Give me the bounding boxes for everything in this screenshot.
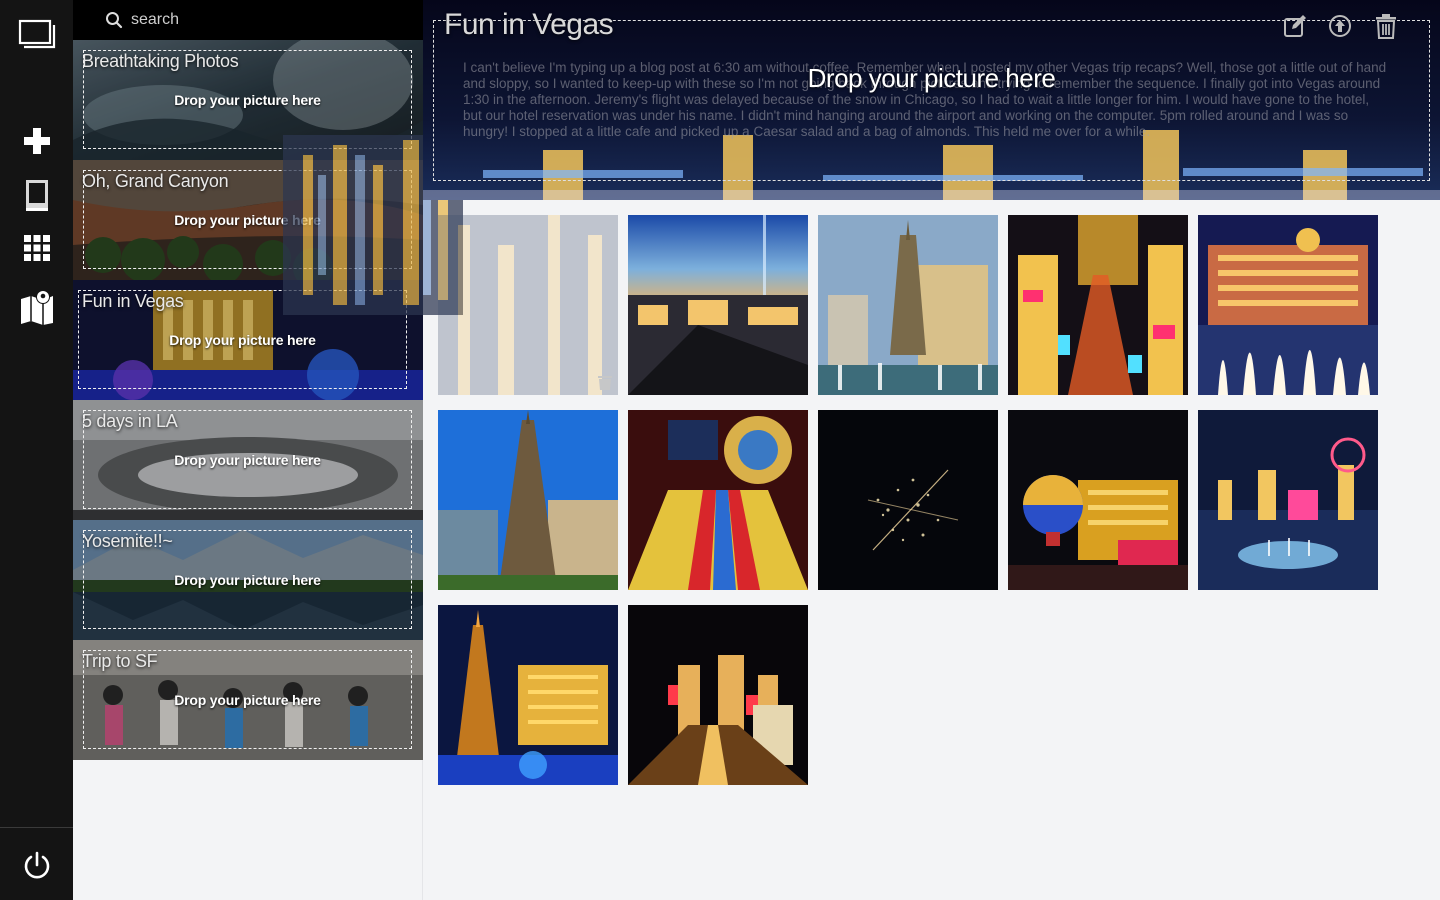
delete-button[interactable] [1373, 13, 1399, 39]
search-input[interactable] [131, 11, 381, 29]
album-item[interactable]: 5 days in LA Drop your picture here [73, 400, 423, 520]
album-drop-zone[interactable]: Drop your picture here [83, 650, 412, 749]
album-header: I can't believe I'm typing up a blog pos… [423, 0, 1440, 200]
photo-tile[interactable] [1198, 410, 1378, 590]
header-drop-zone[interactable] [433, 20, 1430, 181]
edit-button[interactable] [1282, 13, 1308, 39]
photo-tile[interactable] [628, 605, 808, 785]
drop-label: Drop your picture here [174, 91, 321, 108]
photo-tile[interactable] [1008, 215, 1188, 395]
photo-tile[interactable] [438, 605, 618, 785]
add-icon[interactable] [0, 116, 73, 166]
left-rail [0, 0, 73, 900]
album-drop-zone[interactable]: Drop your picture here [83, 530, 412, 629]
photo-tile[interactable] [438, 410, 618, 590]
search-icon [106, 12, 123, 29]
photo-tile[interactable] [628, 410, 808, 590]
drop-label: Drop your picture here [174, 571, 321, 588]
upload-button[interactable] [1327, 13, 1353, 39]
header-drop-label: Drop your picture here [807, 63, 1056, 93]
album-title-heading: Fun in Vegas [444, 8, 614, 41]
grid-icon[interactable] [0, 223, 73, 273]
album-item[interactable]: Yosemite!!~ Drop your picture here [73, 520, 423, 640]
drop-label: Drop your picture here [169, 331, 316, 348]
photo-tile[interactable] [1198, 215, 1378, 395]
rail-divider [0, 827, 73, 828]
drop-label: Drop your picture here [174, 691, 321, 708]
power-icon[interactable] [0, 840, 73, 890]
albums-icon[interactable] [0, 170, 73, 220]
trash-icon [1376, 14, 1396, 39]
photo-tile[interactable] [438, 215, 618, 395]
photos-icon[interactable] [0, 10, 73, 60]
upload-icon [1329, 15, 1351, 37]
album-drop-zone[interactable]: Drop your picture here [83, 410, 412, 509]
photo-tile[interactable] [818, 410, 998, 590]
photo-tile[interactable] [628, 215, 808, 395]
search-bar [73, 0, 423, 40]
map-icon[interactable] [0, 281, 73, 331]
edit-icon [1284, 15, 1306, 37]
album-item[interactable]: Trip to SF Drop your picture here [73, 640, 423, 760]
photo-tile[interactable] [818, 215, 998, 395]
trash-icon[interactable] [596, 373, 614, 391]
drop-label: Drop your picture here [174, 451, 321, 468]
photo-tile[interactable] [1008, 410, 1188, 590]
